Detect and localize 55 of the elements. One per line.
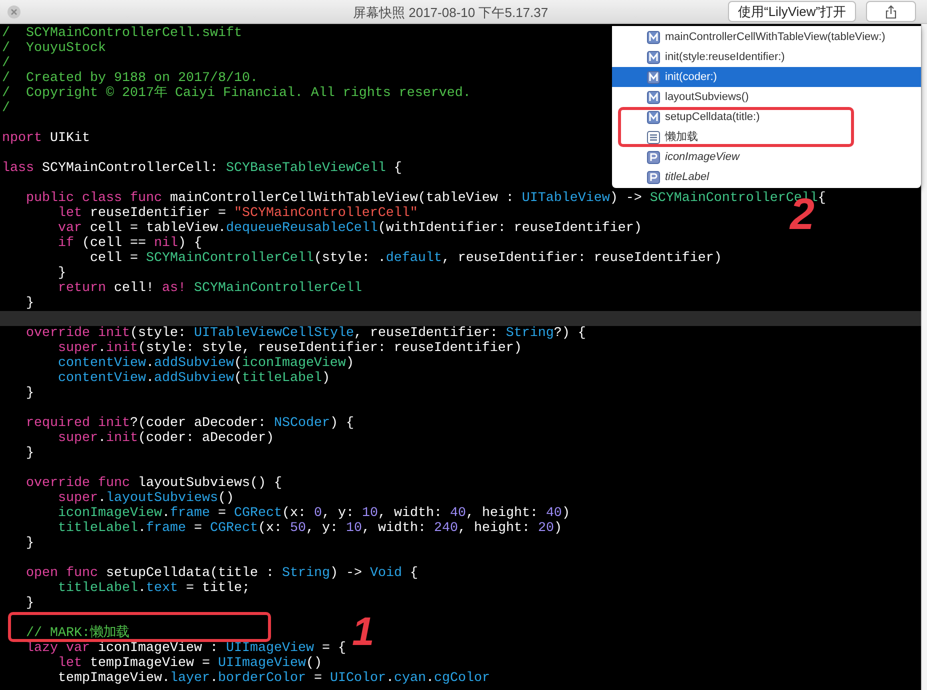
code-line: var cell = tableView.dequeueReusableCell(withIdentifier: reuseIdentifier)	[56, 221, 642, 236]
annotation-number: 1	[352, 612, 374, 652]
menu-item[interactable]: layoutSubviews()	[612, 87, 921, 107]
code-line: /	[2, 56, 10, 71]
code-line: titleLabel.text = title;	[56, 581, 250, 596]
property-icon	[647, 150, 660, 164]
code-line: titleLabel.frame = CGRect(x: 50, y: 10, width: 240, height: 20)	[56, 521, 562, 536]
code-line: if (cell == nil) {	[56, 236, 202, 251]
code-line: override func layoutSubviews() {	[24, 476, 282, 491]
code-line: }	[24, 536, 34, 551]
code-line: }	[24, 446, 34, 461]
share-button[interactable]	[866, 1, 916, 22]
method-icon	[647, 90, 660, 104]
code-line: }	[24, 296, 34, 311]
code-line: / Copyright © 2017年 Caiyi Financial. All rights reserved.	[2, 86, 471, 101]
code-line: lazy var iconImageView : UIImageView = {	[24, 641, 346, 656]
code-line: / YouyuStock	[2, 41, 106, 56]
code-line: nport UIKit	[2, 131, 90, 146]
code-line: return cell! as! SCYMainControllerCell	[56, 281, 362, 296]
method-icon	[647, 30, 660, 44]
code-line: super.layoutSubviews()	[56, 491, 234, 506]
menu-item[interactable]: titleLabel	[612, 167, 921, 187]
code-line: open func setupCelldata(title : String) -> Void {	[24, 566, 418, 581]
code-line: }	[24, 386, 34, 401]
code-line: /	[2, 101, 10, 116]
code-line: contentView.addSubview(titleLabel)	[56, 371, 330, 386]
code-line: / Created by 9188 on 2017/8/10.	[2, 71, 258, 86]
code-line: required init?(coder aDecoder: NSCoder) {	[24, 416, 354, 431]
list-icon	[647, 130, 660, 144]
method-icon	[647, 110, 660, 124]
open-with-button[interactable]: 使用“LilyView”打开	[728, 1, 856, 22]
window-title: 屏幕快照 2017-08-10 下午5.17.37	[353, 4, 548, 22]
method-icon	[647, 70, 660, 84]
code-line: super.init(style: style, reuseIdentifier: reuseIdentifier)	[56, 341, 522, 356]
code-line: override init(style: UITableViewCellStyle, reuseIdentifier: String?) {	[24, 326, 586, 341]
menu-item[interactable]: init(style:reuseIdentifier:)	[612, 47, 921, 67]
code-line: contentView.addSubview(iconImageView)	[56, 356, 354, 371]
code-line: super.init(coder: aDecoder)	[56, 431, 274, 446]
code-line: cell = SCYMainControllerCell(style: .default, reuseIdentifier: reuseIdentifier)	[88, 251, 722, 266]
code-line: }	[24, 596, 34, 611]
menu-item[interactable]: iconImageView	[612, 147, 921, 167]
code-line: iconImageView.frame = CGRect(x: 0, y: 10, width: 40, height: 40)	[56, 506, 570, 521]
property-icon	[647, 170, 660, 184]
code-line: lass SCYMainControllerCell: SCYBaseTableViewCell {	[2, 161, 402, 176]
method-icon	[647, 50, 660, 64]
code-line: }	[56, 266, 66, 281]
share-icon	[885, 4, 897, 18]
code-line: tempImageView.layer.borderColor = UIColor.cyan.cgColor	[56, 671, 490, 686]
code-line: let reuseIdentifier = "SCYMainControllerCell"	[56, 206, 418, 221]
code-line: let tempImageView = UIImageView()	[56, 656, 322, 671]
menu-item[interactable]: init(coder:)	[612, 67, 921, 87]
menu-item[interactable]: mainControllerCellWithTableView(tableView:)	[612, 27, 921, 47]
close-icon[interactable]	[7, 5, 21, 19]
code-line: // MARK:懒加载	[24, 626, 129, 641]
code-line: / SCYMainControllerCell.swift	[2, 26, 242, 41]
